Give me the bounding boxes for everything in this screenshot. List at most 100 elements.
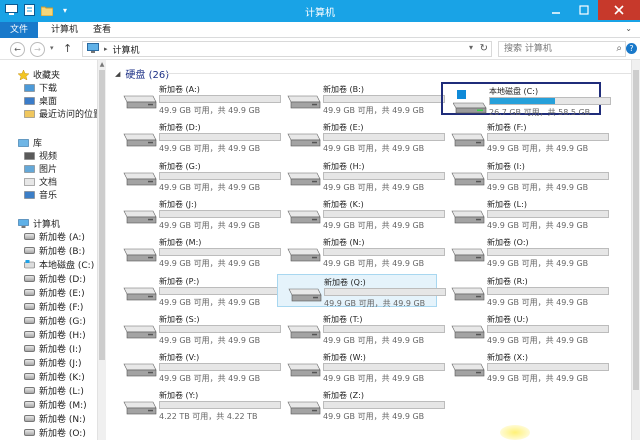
- close-button[interactable]: [598, 0, 640, 20]
- folder-icon: [24, 109, 35, 119]
- usage-bar: [487, 133, 609, 142]
- address-field[interactable]: ▸ 计算机 ▾ ↻: [82, 41, 492, 57]
- drive-tile[interactable]: 新加卷 (V:) 49.9 GB 可用，共 49.9 GB: [113, 350, 281, 383]
- drive-tile[interactable]: 新加卷 (S:) 49.9 GB 可用，共 49.9 GB: [113, 312, 281, 345]
- content-scrollbar[interactable]: [631, 60, 640, 440]
- library-header[interactable]: 库: [18, 136, 42, 149]
- drive-tile[interactable]: 新加卷 (M:) 49.9 GB 可用，共 49.9 GB: [113, 235, 281, 269]
- sidebar-item-favorite[interactable]: 最近访问的位置: [24, 107, 102, 120]
- sidebar-item-drive[interactable]: 本地磁盘 (C:): [24, 258, 94, 271]
- search-input[interactable]: 搜索 计算机 ⌕: [498, 41, 626, 57]
- tab-view[interactable]: 查看: [84, 22, 120, 38]
- drive-tile[interactable]: 新加卷 (F:) 49.9 GB 可用，共 49.9 GB: [441, 120, 609, 153]
- favorites-header[interactable]: 收藏夹: [18, 68, 60, 81]
- scroll-up-icon[interactable]: ▲: [98, 61, 106, 69]
- drive-icon: [287, 325, 321, 339]
- drive-tile[interactable]: 新加卷 (O:) 49.9 GB 可用，共 49.9 GB: [441, 235, 609, 268]
- sidebar-scrollbar[interactable]: ▲: [97, 60, 106, 440]
- sidebar-item-drive[interactable]: 新加卷 (M:): [24, 398, 87, 411]
- drive-tile[interactable]: 新加卷 (R:) 49.9 GB 可用，共 49.9 GB: [441, 274, 609, 307]
- sidebar-item-drive[interactable]: 新加卷 (D:): [24, 272, 86, 285]
- drive-icon: [24, 400, 35, 410]
- usage-bar: [323, 363, 445, 372]
- drive-tile[interactable]: 新加卷 (P:) 49.9 GB 可用，共 49.9 GB: [113, 274, 281, 307]
- sidebar-item-drive[interactable]: 新加卷 (O:): [24, 426, 86, 439]
- breadcrumb[interactable]: 计算机: [113, 43, 140, 56]
- drive-tile[interactable]: 新加卷 (Y:) 4.22 TB 可用，共 4.22 TB: [113, 388, 281, 421]
- tab-file[interactable]: 文件: [0, 22, 38, 38]
- drive-tile[interactable]: 新加卷 (L:) 49.9 GB 可用，共 49.9 GB: [441, 197, 609, 230]
- drive-tile[interactable]: 新加卷 (K:) 49.9 GB 可用，共 49.9 GB: [277, 197, 445, 230]
- computer-header[interactable]: 计算机: [18, 217, 60, 230]
- collapse-icon[interactable]: ◢: [115, 70, 120, 78]
- usage-bar: [323, 324, 445, 333]
- sidebar-item-library[interactable]: 音乐: [24, 188, 57, 201]
- drive-icon: [123, 210, 157, 224]
- drive-tile[interactable]: 新加卷 (Q:) 49.9 GB 可用，共 49.9 GB: [277, 273, 446, 308]
- usage-bar: [487, 286, 609, 295]
- drive-capacity: 49.9 GB 可用，共 49.9 GB: [323, 259, 425, 269]
- drive-icon: [123, 287, 157, 300]
- drive-tile[interactable]: 新加卷 (E:) 49.9 GB 可用，共 49.9 GB: [277, 120, 445, 153]
- refresh-icon[interactable]: ↻: [480, 43, 488, 54]
- sidebar-item-library[interactable]: 图片: [24, 162, 57, 175]
- ribbon-expand-icon[interactable]: ⌄: [625, 24, 632, 33]
- drive-tile[interactable]: 新加卷 (Z:) 49.9 GB 可用，共 49.9 GB: [277, 388, 445, 421]
- sidebar-item-drive[interactable]: 新加卷 (A:): [24, 230, 85, 243]
- title-bar: ▾ 计算机: [0, 0, 640, 22]
- drive-tile[interactable]: 新加卷 (B:) 49.9 GB 可用，共 49.9 GB: [277, 82, 445, 115]
- drive-capacity: 49.9 GB 可用，共 49.9 GB: [159, 259, 261, 269]
- breadcrumb-separator-icon[interactable]: ▸: [104, 45, 108, 53]
- drive-name: 新加卷 (Z:): [323, 391, 364, 401]
- drive-tile[interactable]: 新加卷 (W:) 49.9 GB 可用，共 49.9 GB: [277, 350, 445, 383]
- drive-tile[interactable]: 新加卷 (U:) 49.9 GB 可用，共 49.9 GB: [441, 312, 609, 345]
- folder-icon: [24, 96, 35, 106]
- drive-tile[interactable]: 新加卷 (J:) 49.9 GB 可用，共 49.9 GB: [113, 197, 281, 230]
- sidebar-item-drive[interactable]: 新加卷 (H:): [24, 328, 86, 341]
- sidebar-item-drive[interactable]: 新加卷 (E:): [24, 286, 85, 299]
- drive-tile[interactable]: 新加卷 (X:) 49.9 GB 可用，共 49.9 GB: [441, 350, 609, 383]
- sidebar-item-drive[interactable]: 新加卷 (B:): [24, 244, 85, 257]
- sidebar-item-library[interactable]: 文档: [24, 175, 57, 188]
- sidebar-item-drive[interactable]: 新加卷 (F:): [24, 300, 83, 313]
- help-icon[interactable]: ?: [626, 43, 637, 54]
- content-scroll-thumb[interactable]: [633, 70, 639, 390]
- minimize-button[interactable]: [542, 0, 570, 20]
- maximize-button[interactable]: [570, 0, 598, 20]
- sidebar-item-drive[interactable]: 新加卷 (J:): [24, 356, 82, 369]
- search-icon[interactable]: ⌕: [616, 42, 622, 56]
- sidebar-item-drive[interactable]: 新加卷 (G:): [24, 314, 86, 327]
- group-header[interactable]: ◢ 硬盘 (26): [115, 66, 169, 82]
- sidebar-item-favorite[interactable]: 下载: [24, 81, 57, 94]
- drive-tile[interactable]: 新加卷 (A:) 49.9 GB 可用，共 49.9 GB: [113, 82, 281, 115]
- drive-tile[interactable]: 新加卷 (H:) 49.9 GB 可用，共 49.9 GB: [277, 159, 445, 192]
- up-button[interactable]: ↑: [63, 42, 72, 55]
- drive-tile[interactable]: 新加卷 (N:) 49.9 GB 可用，共 49.9 GB: [277, 235, 445, 269]
- drive-tile[interactable]: 新加卷 (D:) 49.9 GB 可用，共 49.9 GB: [113, 120, 281, 153]
- sidebar-item-drive-label: 新加卷 (M:): [39, 401, 87, 411]
- drive-name: 新加卷 (E:): [323, 123, 364, 133]
- drive-tile[interactable]: 本地磁盘 (C:) 26.7 GB 可用，共 58.5 GB: [441, 82, 611, 117]
- sidebar-item-favorite[interactable]: 桌面: [24, 94, 57, 107]
- sidebar-item-library[interactable]: 视频: [24, 149, 57, 162]
- back-button[interactable]: ←: [10, 42, 25, 57]
- sidebar-item-drive[interactable]: 新加卷 (N:): [24, 412, 86, 425]
- address-dropdown-icon[interactable]: ▾: [469, 43, 473, 52]
- folder-icon: [24, 164, 35, 174]
- sidebar-item-drive[interactable]: 新加卷 (I:): [24, 342, 82, 355]
- drive-capacity: 49.9 GB 可用，共 49.9 GB: [323, 220, 425, 230]
- sidebar-item-drive[interactable]: 新加卷 (L:): [24, 384, 84, 397]
- drive-tile[interactable]: 新加卷 (G:) 49.9 GB 可用，共 49.9 GB: [113, 159, 281, 192]
- forward-button[interactable]: →: [30, 42, 45, 57]
- usage-bar: [487, 171, 609, 180]
- drive-name: 新加卷 (V:): [159, 353, 200, 363]
- sidebar-item-drive-label: 新加卷 (O:): [39, 429, 86, 439]
- tab-computer[interactable]: 计算机: [42, 22, 87, 38]
- drive-tile[interactable]: 新加卷 (T:) 49.9 GB 可用，共 49.9 GB: [277, 312, 445, 345]
- sidebar-scroll-thumb[interactable]: [99, 70, 105, 360]
- drive-icon: [451, 210, 485, 224]
- drive-tile[interactable]: 新加卷 (I:) 49.9 GB 可用，共 49.9 GB: [441, 159, 609, 192]
- drive-capacity: 49.9 GB 可用，共 49.9 GB: [323, 106, 425, 115]
- sidebar-item-drive[interactable]: 新加卷 (K:): [24, 370, 85, 383]
- recent-locations-icon[interactable]: ▾: [50, 44, 54, 52]
